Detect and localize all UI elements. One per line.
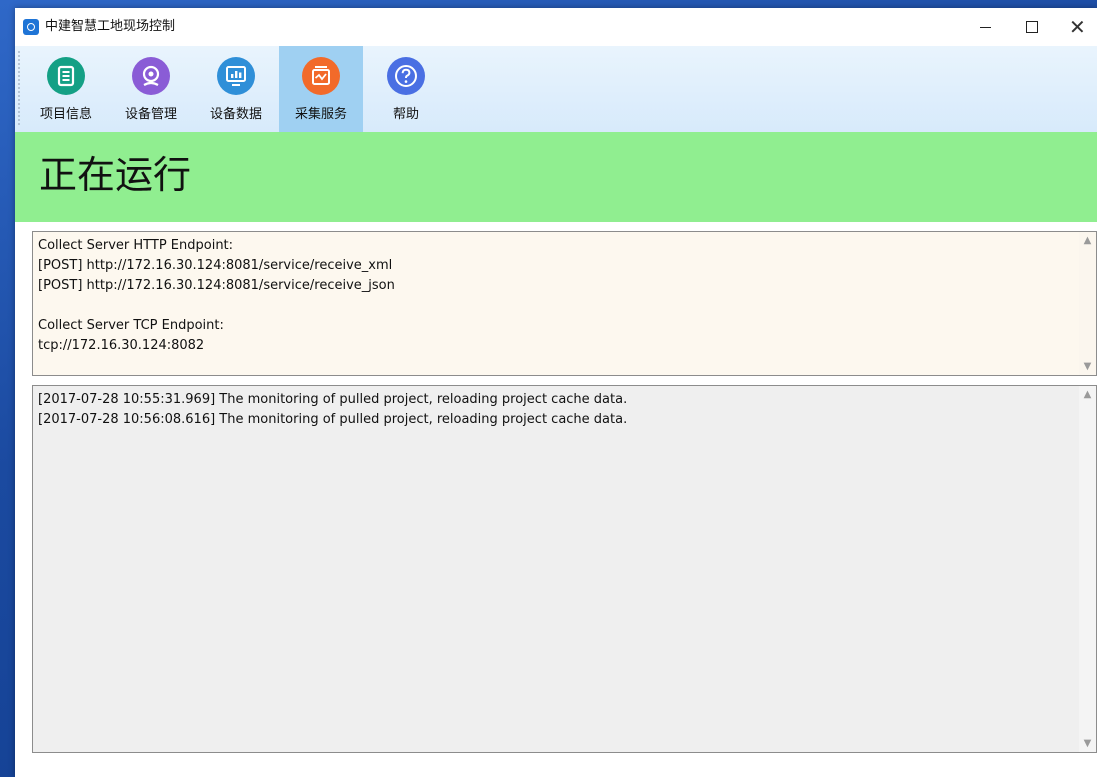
minimize-button[interactable] [963,8,1009,46]
scroll-up-arrow-icon[interactable]: ▲ [1079,386,1096,403]
webcam-icon [132,57,170,95]
scroll-down-arrow-icon[interactable]: ▼ [1079,358,1096,375]
title-bar[interactable]: 中建智慧工地现场控制 ✕ [15,8,1097,46]
scroll-down-arrow-icon[interactable]: ▼ [1079,735,1096,752]
endpoint-scrollbar[interactable]: ▲ ▼ [1079,232,1096,375]
collection-service-icon [302,57,340,95]
toolbar-label: 项目信息 [39,107,92,122]
main-toolbar: 项目信息 设备管理 设备数据 采集服务 帮助 [15,46,1097,132]
endpoint-info-text: Collect Server HTTP Endpoint: [POST] http… [38,236,1074,371]
toolbar-button-project-info[interactable]: 项目信息 [24,46,108,132]
toolbar-button-device-data[interactable]: 设备数据 [194,46,278,132]
help-icon [387,57,425,95]
toolbar-label: 帮助 [392,107,419,122]
log-scrollbar[interactable]: ▲ ▼ [1079,386,1096,752]
maximize-icon [1026,21,1038,33]
window-title: 中建智慧工地现场控制 [45,19,176,34]
maximize-button[interactable] [1009,8,1055,46]
endpoint-line [38,296,1074,316]
endpoint-line: Collect Server TCP Endpoint: [38,318,224,333]
close-icon: ✕ [1069,15,1086,39]
toolbar-button-collection-service[interactable]: 采集服务 [279,46,363,132]
toolbar-button-device-management[interactable]: 设备管理 [109,46,193,132]
toolbar-label: 设备管理 [124,107,177,122]
log-textbox[interactable]: [2017-07-28 10:55:31.969] The monitoring… [32,385,1097,753]
toolbar-label: 设备数据 [209,107,262,122]
endpoint-info-textbox[interactable]: Collect Server HTTP Endpoint: [POST] http… [32,231,1097,376]
scroll-up-arrow-icon[interactable]: ▲ [1079,232,1096,249]
close-button[interactable]: ✕ [1055,8,1097,46]
toolbar-grip[interactable] [18,50,20,126]
app-logo-icon [23,19,39,35]
log-line: [2017-07-28 10:55:31.969] The monitoring… [38,392,628,407]
toolbar-button-help[interactable]: 帮助 [364,46,448,132]
status-text: 正在运行 [39,153,192,197]
log-line: [2017-07-28 10:56:08.616] The monitoring… [38,412,628,427]
endpoint-line: tcp://172.16.30.124:8082 [38,338,205,353]
log-text: [2017-07-28 10:55:31.969] The monitoring… [38,390,1074,748]
minimize-icon [980,27,991,28]
endpoint-line: Collect Server HTTP Endpoint: [38,238,234,253]
status-banner: 正在运行 [15,132,1097,222]
document-icon [47,57,85,95]
app-window: 中建智慧工地现场控制 ✕ 项目信息 设备管理 设备数据 采集服务 帮助 正在运行… [15,8,1097,777]
toolbar-label: 采集服务 [294,107,347,122]
endpoint-line: [POST] http://172.16.30.124:8081/service… [38,258,393,273]
endpoint-line: [POST] http://172.16.30.124:8081/service… [38,278,395,293]
monitor-chart-icon [217,57,255,95]
